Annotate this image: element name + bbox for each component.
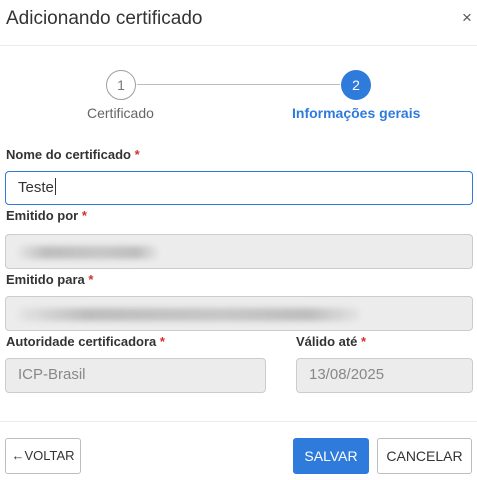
cancel-button[interactable]: CANCELAR: [377, 438, 472, 474]
valido-ate-label: Válido até *: [296, 334, 366, 350]
emitido-por-label: Emitido por *: [6, 208, 87, 224]
header-divider: [0, 45, 477, 46]
emitido-para-label-text: Emitido para: [6, 272, 85, 287]
close-icon[interactable]: ×: [459, 9, 475, 27]
required-mark: *: [159, 334, 165, 349]
back-button[interactable]: ←VOLTAR: [5, 438, 81, 474]
text-caret: [54, 178, 56, 195]
nome-input-value: Teste: [18, 179, 54, 196]
stepper-connector: [137, 84, 340, 85]
footer-divider: [0, 421, 477, 422]
step-1-circle[interactable]: 1: [106, 70, 136, 100]
autoridade-label-text: Autoridade certificadora: [6, 334, 157, 349]
autoridade-value: ICP-Brasil: [18, 366, 86, 383]
step-1-label: Certificado: [87, 105, 154, 121]
required-mark: *: [134, 147, 140, 162]
nome-label-text: Nome do certificado: [6, 147, 131, 162]
required-mark: *: [81, 208, 87, 223]
step-2-circle[interactable]: 2: [341, 70, 371, 100]
emitido-para-input: [5, 296, 473, 331]
autoridade-label: Autoridade certificadora *: [6, 334, 165, 350]
required-mark: *: [361, 334, 367, 349]
save-button[interactable]: SALVAR: [293, 438, 369, 474]
valido-ate-label-text: Válido até: [296, 334, 358, 349]
dialog-title: Adicionando certificado: [6, 8, 203, 29]
emitido-para-label: Emitido para *: [6, 272, 93, 288]
autoridade-input: ICP-Brasil: [5, 358, 266, 393]
valido-ate-input: 13/08/2025: [296, 358, 473, 393]
nome-input[interactable]: Teste: [5, 171, 473, 205]
valido-ate-value: 13/08/2025: [309, 366, 385, 383]
redacted-text: [18, 308, 360, 321]
emitido-por-label-text: Emitido por: [6, 208, 79, 223]
step-2-label: Informações gerais: [292, 105, 421, 121]
emitido-por-input: [5, 234, 473, 269]
required-mark: *: [88, 272, 94, 287]
nome-label: Nome do certificado *: [6, 147, 140, 163]
redacted-text: [18, 246, 158, 259]
